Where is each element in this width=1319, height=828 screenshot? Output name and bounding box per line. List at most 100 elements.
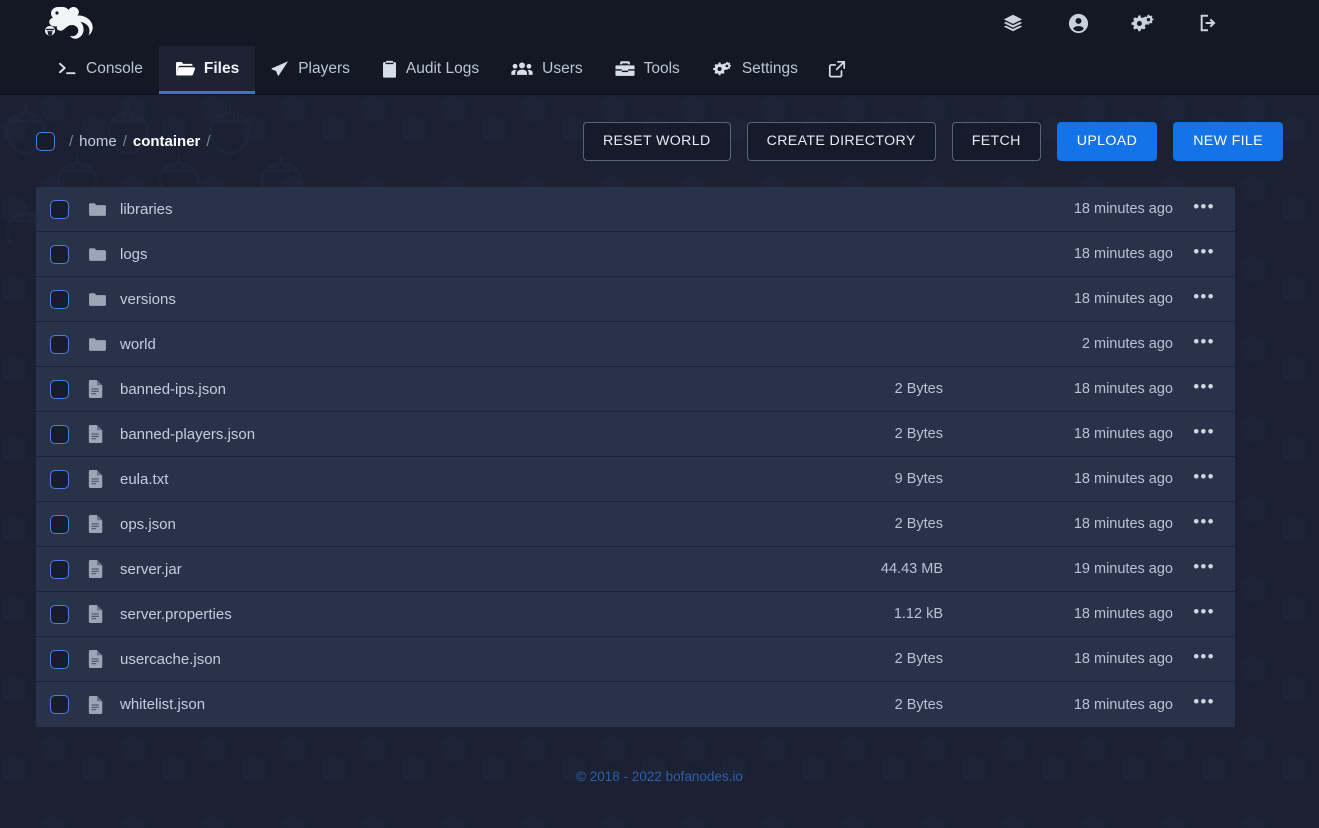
table-row[interactable]: eula.txt 9 Bytes 18 minutes ago •••	[36, 457, 1235, 502]
layers-icon[interactable]	[998, 8, 1028, 38]
table-row[interactable]: libraries 18 minutes ago •••	[36, 187, 1235, 232]
tab-users[interactable]: Users	[495, 46, 598, 94]
table-row[interactable]: banned-players.json 2 Bytes 18 minutes ago…	[36, 412, 1235, 457]
new-file-button[interactable]: NEW FILE	[1173, 121, 1283, 161]
create-directory-button[interactable]: CREATE DIRECTORY	[746, 121, 936, 161]
content-area: / home / container / RESET WORLD CREATE …	[0, 95, 1319, 828]
row-checkbox[interactable]	[50, 199, 69, 219]
row-checkbox[interactable]	[50, 514, 69, 534]
table-row[interactable]: ops.json 2 Bytes 18 minutes ago •••	[36, 502, 1235, 547]
row-menu-button[interactable]: •••	[1173, 648, 1235, 671]
table-row[interactable]: world 2 minutes ago •••	[36, 322, 1235, 367]
breadcrumb-segment-home[interactable]: home	[79, 133, 117, 150]
paper-plane-icon	[271, 60, 289, 78]
row-menu-button[interactable]: •••	[1173, 333, 1235, 356]
file-name[interactable]: whitelist.json	[120, 696, 205, 713]
file-icon	[88, 560, 118, 578]
table-row[interactable]: logs 18 minutes ago •••	[36, 232, 1235, 277]
row-menu-button[interactable]: •••	[1173, 693, 1235, 716]
gears-icon[interactable]	[1128, 8, 1158, 38]
row-checkbox[interactable]	[50, 604, 69, 624]
row-checkbox[interactable]	[50, 469, 69, 489]
logout-icon[interactable]	[1193, 8, 1223, 38]
row-checkbox[interactable]	[50, 289, 69, 309]
row-checkbox[interactable]	[50, 244, 69, 264]
row-checkbox[interactable]	[50, 695, 69, 714]
file-icon	[88, 605, 118, 623]
app-header: Console Files Players Audit Logs Users T…	[0, 0, 1319, 95]
tab-files[interactable]: Files	[158, 46, 256, 94]
file-icon	[88, 695, 118, 714]
row-menu-button[interactable]: •••	[1173, 378, 1235, 401]
row-checkbox[interactable]	[50, 649, 69, 669]
file-modified: 18 minutes ago	[1073, 516, 1173, 532]
row-menu-button[interactable]: •••	[1173, 288, 1235, 311]
file-modified: 18 minutes ago	[1073, 696, 1173, 713]
file-icon	[88, 470, 118, 488]
row-menu-button[interactable]: •••	[1173, 423, 1235, 446]
row-checkbox[interactable]	[50, 379, 69, 399]
tab-players[interactable]: Players	[255, 46, 366, 94]
file-size: 9 Bytes	[894, 471, 943, 487]
tab-settings[interactable]: Settings	[696, 46, 814, 94]
upload-button[interactable]: UPLOAD	[1056, 121, 1158, 161]
squirrel-logo[interactable]	[36, 2, 102, 44]
row-menu-button[interactable]: •••	[1173, 243, 1235, 266]
tab-label: Tools	[643, 59, 680, 77]
select-all-checkbox[interactable]	[36, 131, 55, 151]
tab-label: Files	[203, 59, 240, 77]
breadcrumb-separator: /	[206, 132, 211, 150]
account-icon[interactable]	[1063, 8, 1093, 38]
table-row[interactable]: versions 18 minutes ago •••	[36, 277, 1235, 322]
tab-label: Audit Logs	[405, 59, 480, 77]
table-row[interactable]: server.properties 1.12 kB 18 minutes ago ••…	[36, 592, 1235, 637]
fetch-button[interactable]: FETCH	[951, 121, 1041, 161]
row-menu-button[interactable]: •••	[1173, 198, 1235, 221]
tab-external-link[interactable]	[814, 46, 860, 94]
file-name[interactable]: eula.txt	[120, 471, 168, 488]
row-menu-button[interactable]: •••	[1173, 468, 1235, 491]
file-size: 2 Bytes	[894, 651, 943, 667]
file-name[interactable]: server.properties	[120, 606, 232, 623]
file-icon	[88, 650, 118, 668]
breadcrumb: / home / container /	[36, 131, 211, 151]
files-toolbar: / home / container / RESET WORLD CREATE …	[36, 95, 1283, 187]
table-row[interactable]: server.jar 44.43 MB 19 minutes ago •••	[36, 547, 1235, 592]
file-name[interactable]: usercache.json	[120, 651, 221, 668]
table-row[interactable]: usercache.json 2 Bytes 18 minutes ago •••	[36, 637, 1235, 682]
file-modified: 19 minutes ago	[1073, 561, 1173, 577]
row-menu-button[interactable]: •••	[1173, 513, 1235, 536]
folder-icon	[88, 247, 118, 262]
row-checkbox[interactable]	[50, 559, 69, 579]
file-modified: 18 minutes ago	[1073, 426, 1173, 442]
file-modified: 18 minutes ago	[1073, 291, 1173, 307]
folder-icon	[88, 337, 118, 352]
file-name[interactable]: ops.json	[120, 516, 176, 533]
breadcrumb-segment-container[interactable]: container	[133, 133, 201, 150]
row-menu-button[interactable]: •••	[1173, 603, 1235, 626]
file-name[interactable]: world	[120, 336, 156, 353]
tab-label: Players	[298, 59, 350, 77]
file-name[interactable]: server.jar	[120, 561, 182, 578]
footer-copyright: © 2018 - 2022 bofanodes.io	[576, 769, 743, 784]
breadcrumb-separator: /	[69, 132, 74, 150]
terminal-icon	[58, 61, 77, 76]
tab-audit-logs[interactable]: Audit Logs	[366, 46, 495, 94]
file-name[interactable]: versions	[120, 291, 176, 308]
row-checkbox[interactable]	[50, 424, 69, 444]
file-name[interactable]: libraries	[120, 201, 173, 218]
row-menu-button[interactable]: •••	[1173, 558, 1235, 581]
table-row[interactable]: banned-ips.json 2 Bytes 18 minutes ago •••	[36, 367, 1235, 412]
file-modified: 2 minutes ago	[1081, 336, 1173, 352]
file-name[interactable]: banned-players.json	[120, 426, 255, 443]
file-name[interactable]: banned-ips.json	[120, 381, 226, 398]
table-row[interactable]: whitelist.json 2 Bytes 18 minutes ago •••	[36, 682, 1235, 727]
row-checkbox[interactable]	[50, 334, 69, 354]
reset-world-button[interactable]: RESET WORLD	[582, 121, 731, 161]
file-name[interactable]: logs	[120, 246, 148, 263]
tab-tools[interactable]: Tools	[599, 46, 696, 94]
tab-console[interactable]: Console	[42, 46, 159, 94]
file-icon	[88, 425, 118, 443]
file-modified: 18 minutes ago	[1073, 246, 1173, 262]
tab-label: Settings	[741, 59, 798, 77]
